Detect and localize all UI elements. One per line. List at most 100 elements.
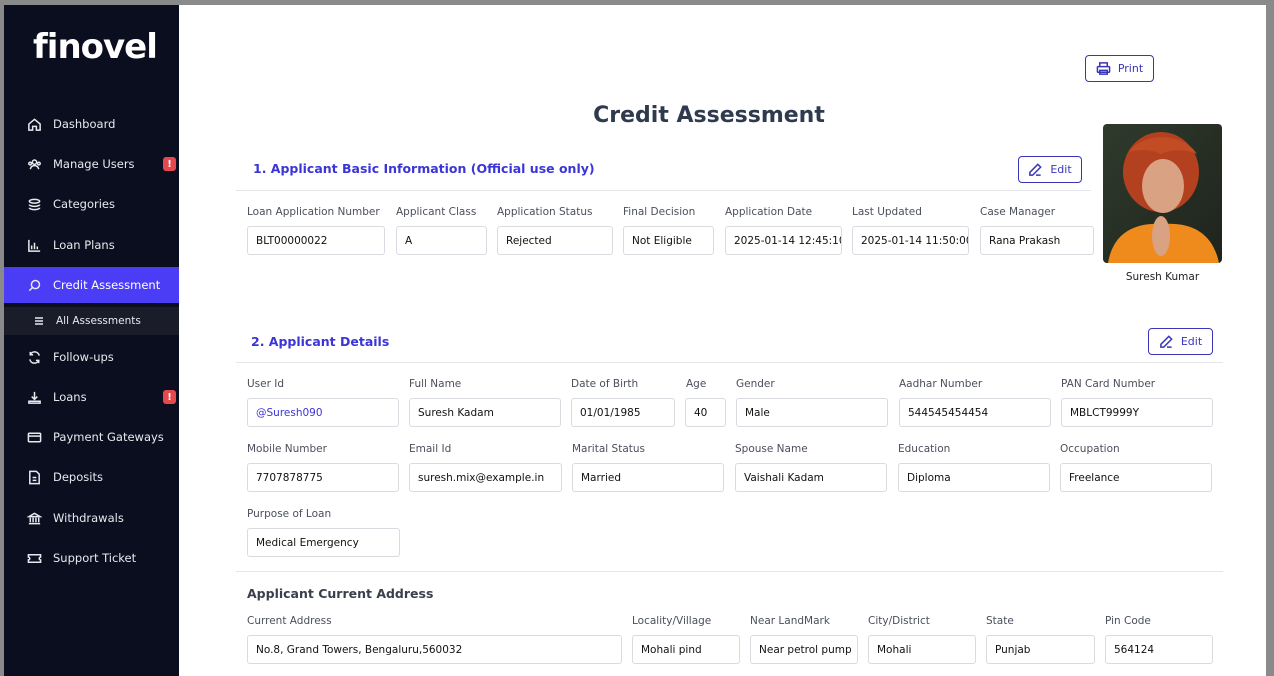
home-icon	[26, 116, 42, 132]
section-applicant-details-title: 2. Applicant Details	[251, 334, 390, 349]
page-title: Credit Assessment	[593, 103, 825, 128]
sidebar-item-label: Follow-ups	[53, 350, 114, 364]
sidebar: finovel Dashboard Manage Users ! Categor…	[4, 5, 179, 676]
alert-badge: !	[163, 390, 176, 404]
field-label: Marital Status	[572, 443, 645, 455]
sidebar-item-dashboard[interactable]: Dashboard	[4, 106, 179, 142]
field-label: Near LandMark	[750, 615, 830, 627]
education-field[interactable]: Diploma	[898, 463, 1050, 492]
gender-field[interactable]: Male	[736, 398, 888, 427]
divider	[236, 190, 1091, 191]
full-name-field[interactable]: Suresh Kadam	[409, 398, 561, 427]
field-label: State	[986, 615, 1014, 627]
card-icon	[26, 429, 42, 445]
application-status-field[interactable]: Rejected	[497, 226, 613, 255]
sidebar-item-categories[interactable]: Categories	[4, 186, 179, 222]
sidebar-subitem-all-assessments[interactable]: All Assessments	[4, 307, 179, 335]
sidebar-item-label: Credit Assessment	[53, 278, 161, 292]
sidebar-item-credit-assessment[interactable]: Credit Assessment	[4, 267, 179, 303]
field-label: City/District	[868, 615, 930, 627]
sidebar-item-label: Withdrawals	[53, 511, 124, 525]
section-basic-info-title: 1. Applicant Basic Information (Official…	[253, 161, 595, 176]
sidebar-item-withdrawals[interactable]: Withdrawals	[4, 500, 179, 536]
final-decision-field[interactable]: Not Eligible	[623, 226, 714, 255]
alert-badge: !	[163, 157, 176, 171]
sidebar-item-loans[interactable]: Loans !	[4, 379, 179, 415]
pan-card-number-field[interactable]: MBLCT9999Y	[1061, 398, 1213, 427]
field-label: Locality/Village	[632, 615, 712, 627]
sidebar-item-loan-plans[interactable]: Loan Plans	[4, 227, 179, 263]
sidebar-item-support-ticket[interactable]: Support Ticket	[4, 540, 179, 576]
divider	[236, 571, 1223, 572]
last-updated-field[interactable]: 2025-01-14 11:50:00	[852, 226, 969, 255]
printer-icon	[1096, 62, 1111, 75]
field-label: Last Updated	[852, 206, 922, 218]
field-label: Current Address	[247, 615, 332, 627]
aadhar-number-field[interactable]: 544545454454	[899, 398, 1051, 427]
field-label: Email Id	[409, 443, 452, 455]
field-label: Gender	[736, 378, 775, 390]
applicant-class-field[interactable]: A	[396, 226, 487, 255]
sidebar-item-payment-gateways[interactable]: Payment Gateways	[4, 419, 179, 455]
field-label: Spouse Name	[735, 443, 808, 455]
loan-application-number-field[interactable]: BLT00000022	[247, 226, 385, 255]
edit-label: Edit	[1050, 163, 1072, 176]
field-label: Applicant Class	[396, 206, 477, 218]
state-field[interactable]: Punjab	[986, 635, 1095, 664]
search-icon	[26, 277, 42, 293]
spouse-name-field[interactable]: Vaishali Kadam	[735, 463, 887, 492]
sidebar-item-label: Loans	[53, 390, 87, 404]
bank-icon	[26, 510, 42, 526]
marital-status-field[interactable]: Married	[572, 463, 724, 492]
field-label: Purpose of Loan	[247, 508, 332, 520]
sidebar-item-label: Categories	[53, 197, 115, 211]
chart-icon	[26, 237, 42, 253]
age-field[interactable]: 40	[685, 398, 726, 427]
applicant-name: Suresh Kumar	[1125, 271, 1200, 283]
current-address-field[interactable]: No.8, Grand Towers, Bengaluru,560032	[247, 635, 622, 664]
user-id-field[interactable]: @Suresh090	[247, 398, 399, 427]
locality-field[interactable]: Mohali pind	[632, 635, 740, 664]
occupation-field[interactable]: Freelance	[1060, 463, 1212, 492]
mobile-number-field[interactable]: 7707878775	[247, 463, 399, 492]
field-label: Application Date	[725, 206, 813, 218]
purpose-of-loan-field[interactable]: Medical Emergency	[247, 528, 400, 557]
print-button[interactable]: Print	[1085, 55, 1154, 82]
sidebar-item-manage-users[interactable]: Manage Users !	[4, 146, 179, 182]
sidebar-item-deposits[interactable]: Deposits	[4, 459, 179, 495]
sidebar-item-follow-ups[interactable]: Follow-ups	[4, 339, 179, 375]
edit-basic-info-button[interactable]: Edit	[1018, 156, 1082, 183]
pencil-icon	[1159, 335, 1173, 348]
field-label: Application Status	[497, 206, 593, 218]
field-label: Case Manager	[980, 206, 1056, 218]
sidebar-item-label: Manage Users	[53, 157, 135, 171]
field-label: Mobile Number	[247, 443, 327, 455]
field-label: Education	[898, 443, 951, 455]
refresh-icon	[26, 349, 42, 365]
sidebar-item-label: Support Ticket	[53, 551, 137, 565]
address-section-title: Applicant Current Address	[247, 586, 434, 601]
app-window: finovel Dashboard Manage Users ! Categor…	[4, 5, 1266, 676]
edit-applicant-details-button[interactable]: Edit	[1148, 328, 1213, 355]
applicant-photo	[1103, 124, 1222, 263]
ticket-icon	[26, 550, 42, 566]
sidebar-item-label: Loan Plans	[53, 238, 115, 252]
date-of-birth-field[interactable]: 01/01/1985	[571, 398, 675, 427]
city-field[interactable]: Mohali	[868, 635, 976, 664]
divider	[236, 362, 1223, 363]
edit-label: Edit	[1180, 335, 1203, 348]
case-manager-field[interactable]: Rana Prakash	[980, 226, 1094, 255]
sidebar-subitem-label: All Assessments	[56, 315, 141, 327]
email-field[interactable]: suresh.mix@example.in	[409, 463, 562, 492]
pin-code-field[interactable]: 564124	[1105, 635, 1213, 664]
brand-logo[interactable]: finovel	[33, 27, 158, 67]
print-label: Print	[1117, 62, 1144, 75]
landmark-field[interactable]: Near petrol pump	[750, 635, 858, 664]
field-label: Full Name	[409, 378, 462, 390]
field-label: Date of Birth	[571, 378, 639, 390]
field-label: Age	[686, 378, 707, 390]
field-label: Loan Application Number	[247, 206, 380, 218]
application-date-field[interactable]: 2025-01-14 12:45:10	[725, 226, 842, 255]
deposit-icon	[26, 469, 42, 485]
loans-icon	[26, 389, 42, 405]
